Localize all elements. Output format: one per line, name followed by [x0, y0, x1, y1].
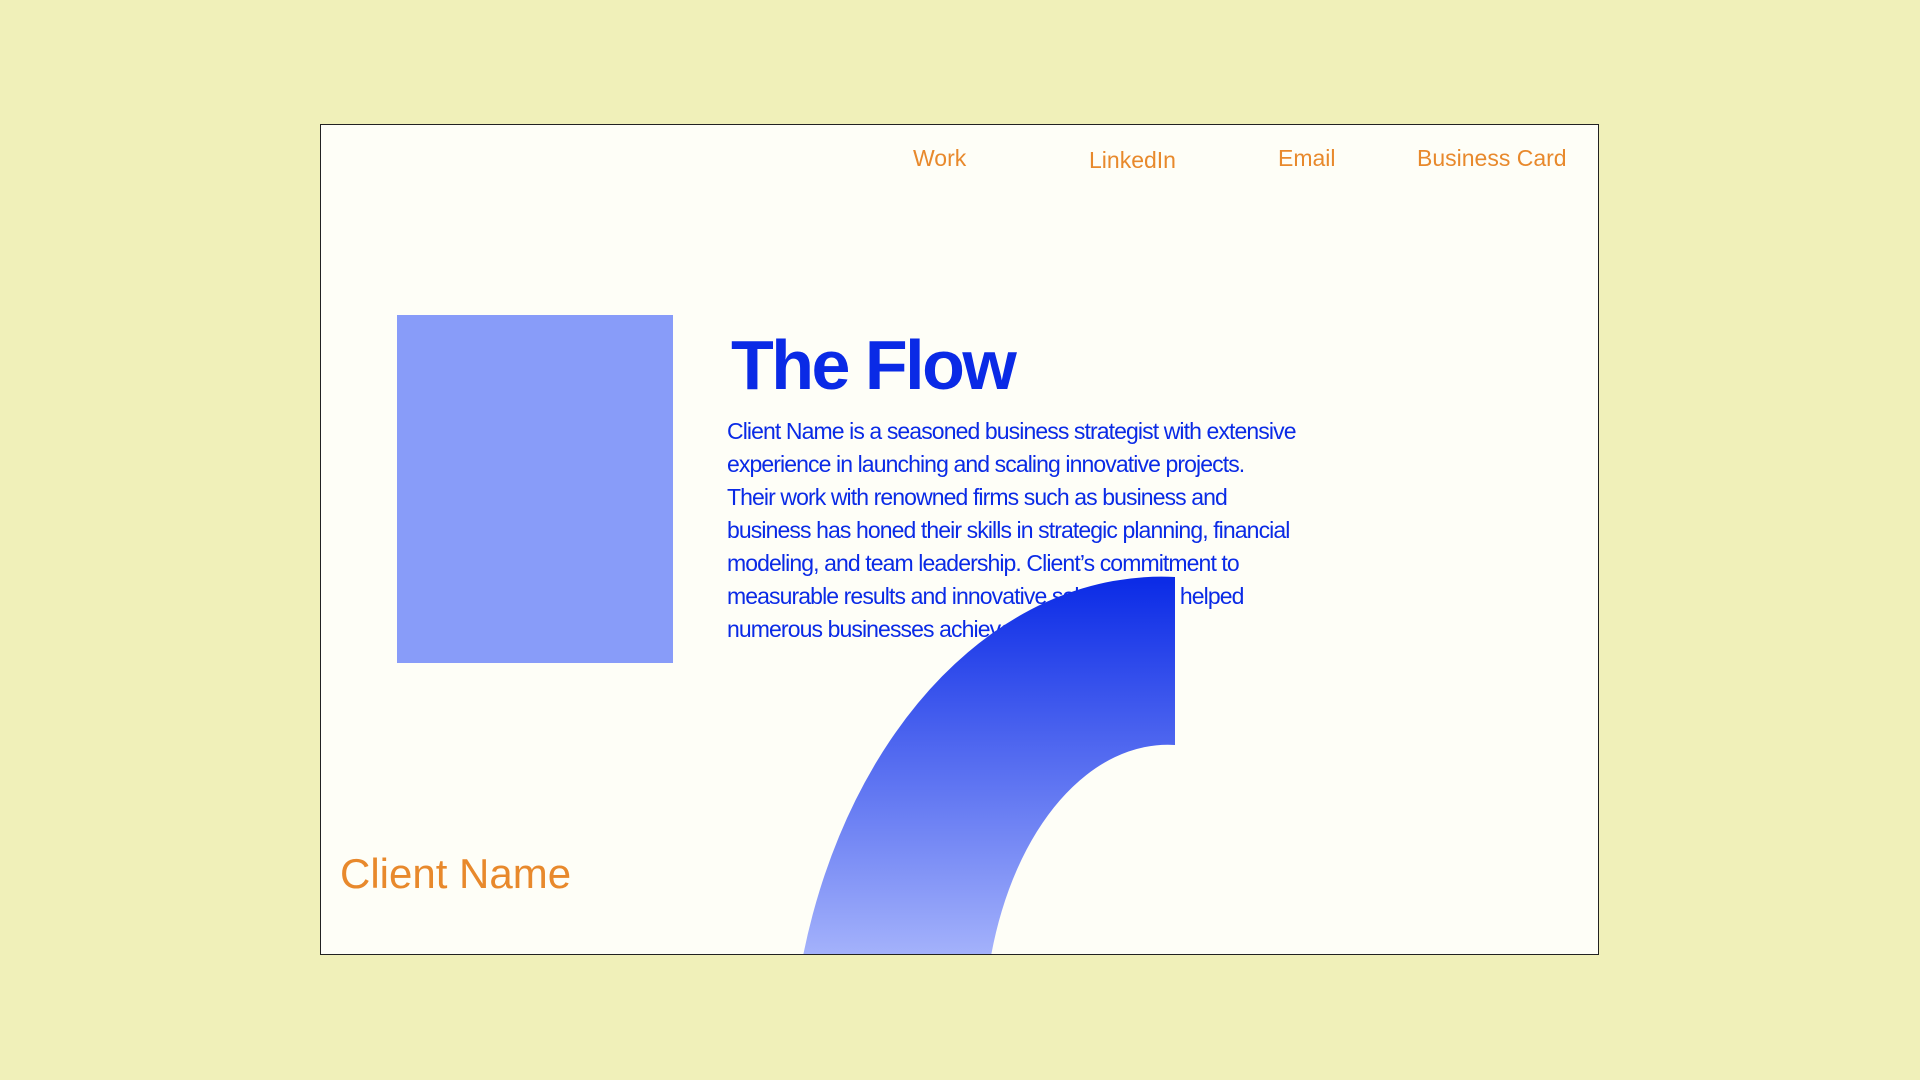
nav-link-work[interactable]: Work — [913, 145, 966, 172]
page-frame: Work LinkedIn Email Business Card The Fl… — [320, 124, 1599, 955]
nav-link-business-card[interactable]: Business Card — [1417, 145, 1567, 172]
bio-paragraph: Client Name is a seasoned business strat… — [727, 418, 1296, 642]
page-title: The Flow — [731, 326, 1017, 404]
client-name-label: Client Name — [340, 850, 572, 897]
nav-link-email[interactable]: Email — [1278, 145, 1336, 172]
nav-link-linkedin[interactable]: LinkedIn — [1089, 147, 1176, 174]
image-placeholder — [397, 315, 673, 663]
